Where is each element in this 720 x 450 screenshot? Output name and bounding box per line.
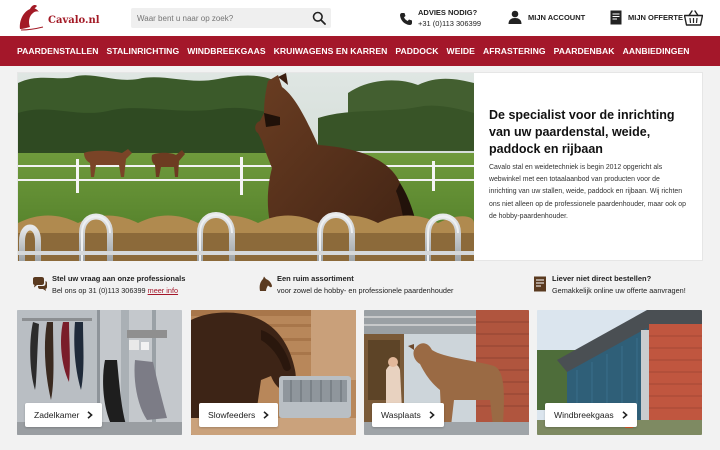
chevron-right-icon [622,411,628,419]
category-button-windbreekgaas[interactable]: Windbreekgaas [545,403,637,427]
category-tile-slowfeeders[interactable]: Slowfeeders [191,310,356,435]
hero-banner: De specialist voor de inrichting van uw … [17,72,703,261]
more-info-link[interactable]: meer info [148,286,178,295]
category-label: Wasplaats [381,410,421,420]
main-navigation: PAARDENSTALLEN STALINRICHTING WINDBREEKG… [0,36,720,66]
basket-icon[interactable] [684,10,703,26]
phone-icon [400,13,412,25]
usp-contact-title: Stel uw vraag aan onze professionals [52,274,186,283]
quote-label: MIJN OFFERTE [628,13,684,22]
user-icon [508,10,522,24]
category-tile-wasplaats[interactable]: Wasplaats [364,310,529,435]
horse-head-icon [259,276,272,291]
category-button-slowfeeders[interactable]: Slowfeeders [199,403,279,427]
help-title: ADVIES NODIG? [418,8,478,17]
category-button-zadelkamer[interactable]: Zadelkamer [25,403,103,427]
category-button-wasplaats[interactable]: Wasplaats [372,403,444,427]
hero-image [18,73,474,261]
document-icon [610,10,622,25]
usp-contact-phone-text: Bel ons op 31 (0)113 306399 [52,286,148,295]
nav-item-windbreekgaas[interactable]: WINDBREEKGAAS [187,46,265,56]
help-phone[interactable]: +31 (0)113 306399 [418,19,481,28]
hero-text: De specialist voor de inrichting van uw … [489,107,689,223]
hero-body: Cavalo stal en weidetechniek is begin 20… [489,164,686,220]
category-tile-zadelkamer[interactable]: Zadelkamer [17,310,182,435]
usp-assortment-title: Een ruim assortiment [277,274,354,283]
category-label: Windbreekgaas [554,410,614,420]
nav-item-aanbiedingen[interactable]: AANBIEDINGEN [623,46,690,56]
category-tile-windbreekgaas[interactable]: Windbreekgaas [537,310,702,435]
nav-item-paardenbak[interactable]: PAARDENBAK [554,46,615,56]
category-label: Slowfeeders [208,410,256,420]
nav-item-weide[interactable]: WEIDE [447,46,475,56]
chevron-right-icon [87,411,94,419]
usp-quote-text: Gemakkelijk online uw offerte aanvragen! [552,286,686,295]
chat-icon [33,277,47,291]
cavalo-logo[interactable]: Cavalo.nl [17,3,100,33]
search-bar [131,8,331,28]
nav-item-stalinrichting[interactable]: STALINRICHTING [107,46,180,56]
nav-item-afrastering[interactable]: AFRASTERING [483,46,546,56]
hero-title: De specialist voor de inrichting van uw … [489,108,675,156]
nav-item-paddock[interactable]: PADDOCK [395,46,438,56]
usp-contact-text: Bel ons op 31 (0)113 306399 meer info [52,286,178,295]
usp-assortment-text: voor zowel de hobby- en professionele pa… [277,286,454,295]
account-label: MIJN ACCOUNT [528,13,586,22]
search-icon[interactable] [312,11,326,25]
horse-in-pasture-photo [18,73,474,261]
document-icon [534,276,546,292]
top-header: Cavalo.nl ADVIES NODIG? +31 (0)113 30639… [0,0,720,36]
nav-item-kruiwagens[interactable]: KRUIWAGENS EN KARREN [274,46,388,56]
nav-item-paardenstallen[interactable]: PAARDENSTALLEN [17,46,99,56]
chevron-right-icon [429,411,435,419]
logo-text: Cavalo.nl [48,15,100,26]
chevron-right-icon [263,411,270,419]
category-label: Zadelkamer [34,410,80,420]
usp-quote-title: Liever niet direct bestellen? [552,274,652,283]
search-input[interactable] [131,8,307,28]
help-contact[interactable]: ADVIES NODIG? +31 (0)113 306399 [399,8,499,31]
